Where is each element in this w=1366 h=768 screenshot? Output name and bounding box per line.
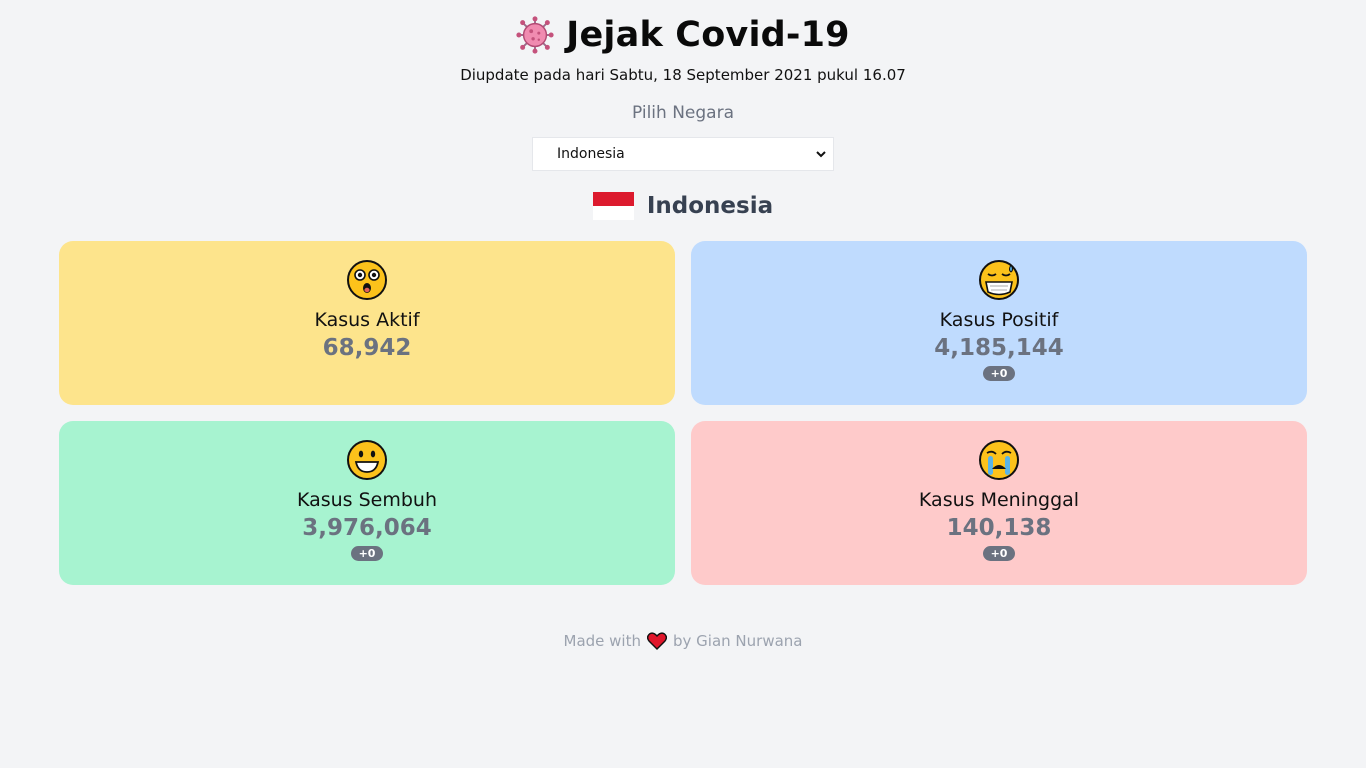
- heart-icon: [647, 632, 667, 650]
- country-select[interactable]: Indonesia: [532, 137, 834, 171]
- delta-badge: +0: [982, 366, 1016, 381]
- country-select-label: Pilih Negara: [631, 103, 735, 123]
- country-select-value: Indonesia: [557, 146, 625, 162]
- delta-badge: +0: [350, 546, 384, 561]
- app-title: Jejak Covid-19: [566, 15, 850, 55]
- masked-sweat-face-icon: [979, 260, 1019, 300]
- stats-grid: Kasus Aktif 68,942 Kasus Positif 4,185,1…: [59, 241, 1307, 585]
- grinning-face-icon: [347, 440, 387, 480]
- card-death-cases: Kasus Meninggal 140,138 +0: [691, 421, 1307, 585]
- card-label: Kasus Meninggal: [918, 489, 1080, 511]
- card-active-cases: Kasus Aktif 68,942: [59, 241, 675, 405]
- card-value: 3,976,064: [302, 515, 432, 541]
- virus-icon: [516, 16, 554, 54]
- country-select-wrapper: Indonesia: [0, 137, 1366, 171]
- card-label: Kasus Aktif: [314, 309, 420, 331]
- last-updated-text: Diupdate pada hari Sabtu, 18 September 2…: [460, 66, 906, 84]
- card-value: 68,942: [322, 335, 412, 361]
- card-label: Kasus Positif: [939, 309, 1059, 331]
- country-heading: Indonesia: [0, 191, 1366, 221]
- country-name: Indonesia: [646, 193, 774, 219]
- card-label: Kasus Sembuh: [296, 489, 438, 511]
- crying-face-icon: [979, 440, 1019, 480]
- indonesia-flag-icon: [592, 192, 634, 220]
- delta-badge: +0: [982, 546, 1016, 561]
- chevron-down-icon: [816, 151, 826, 158]
- card-positive-cases: Kasus Positif 4,185,144 +0: [691, 241, 1307, 405]
- card-recovered-cases: Kasus Sembuh 3,976,064 +0: [59, 421, 675, 585]
- astonished-face-icon: [347, 260, 387, 300]
- card-value: 140,138: [946, 515, 1052, 541]
- card-value: 4,185,144: [934, 335, 1064, 361]
- footer: Made with by Gian Nurwana: [0, 632, 1366, 650]
- app-header: Jejak Covid-19: [0, 14, 1366, 56]
- footer-suffix: by Gian Nurwana: [673, 632, 803, 650]
- footer-prefix: Made with: [563, 632, 641, 650]
